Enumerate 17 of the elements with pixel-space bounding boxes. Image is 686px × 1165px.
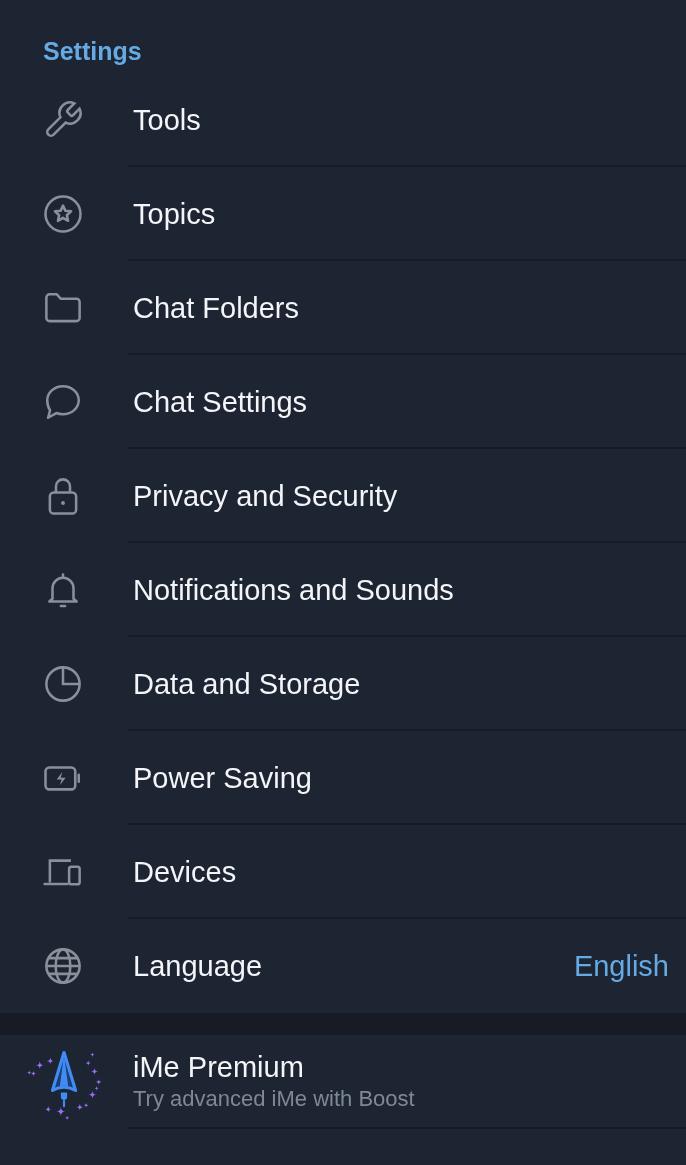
settings-item[interactable]: Tools (0, 73, 686, 167)
settings-item[interactable]: Notifications and Sounds (0, 543, 686, 637)
globe-icon (42, 945, 84, 987)
settings-item[interactable]: Topics (0, 167, 686, 261)
premium-item[interactable]: iMe Premium Try advanced iMe with Boost (0, 1035, 686, 1129)
settings-item[interactable]: Data and Storage (0, 637, 686, 731)
pie-chart-icon (42, 663, 84, 705)
settings-item[interactable]: Power Saving (0, 731, 686, 825)
subtitle-text: Try advanced iMe with Boost (133, 1085, 415, 1113)
settings-item[interactable]: Chat Settings (0, 355, 686, 449)
value-text: English (573, 949, 669, 983)
settings-item[interactable]: Chat Folders (0, 261, 686, 355)
settings-item[interactable]: Language English (0, 919, 686, 1013)
star-circle-icon (42, 193, 84, 235)
settings-item[interactable]: Privacy and Security (0, 449, 686, 543)
section-title: Settings (43, 36, 142, 66)
settings-item[interactable]: Devices (0, 825, 686, 919)
